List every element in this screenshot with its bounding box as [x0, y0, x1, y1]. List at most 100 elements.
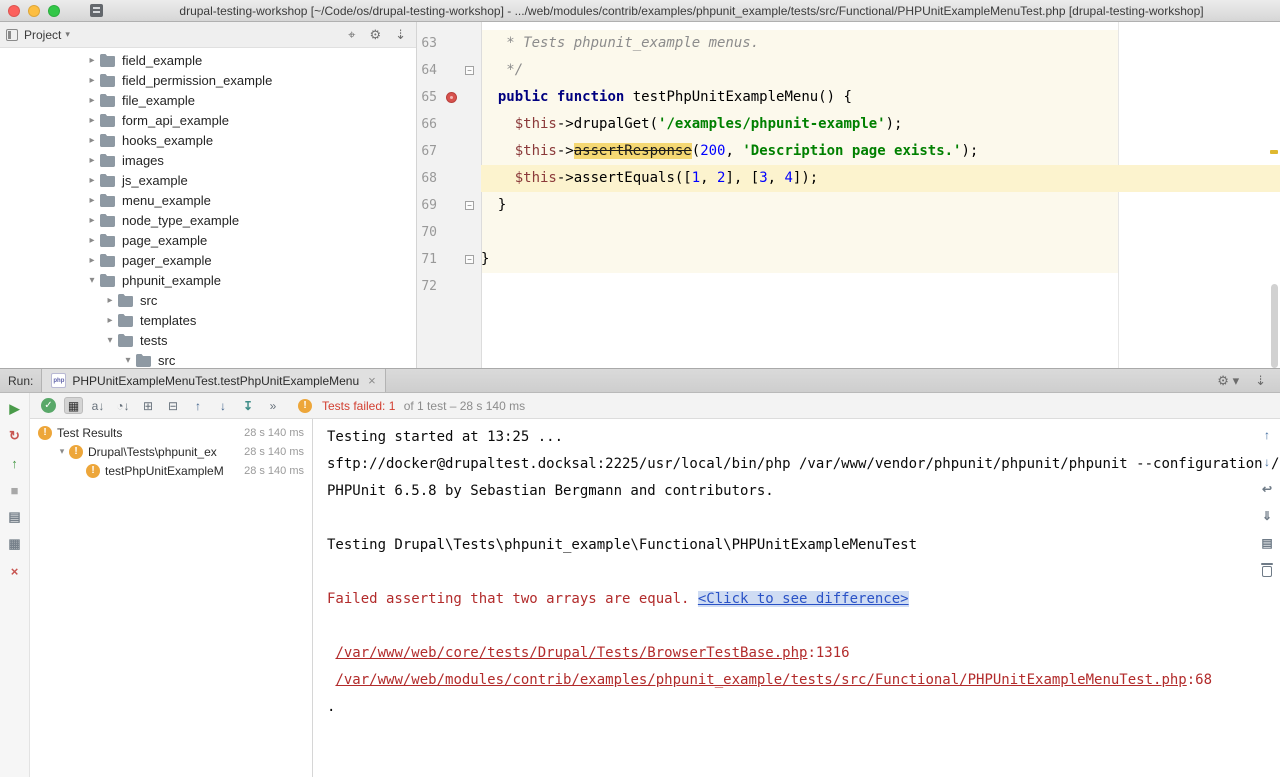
- editor-line[interactable]: 71−}: [417, 246, 1280, 273]
- project-tree-item[interactable]: ▸page_example: [0, 230, 416, 250]
- gutter-cell[interactable]: 67: [417, 138, 481, 165]
- editor-line[interactable]: 70: [417, 219, 1280, 246]
- close-icon[interactable]: ×: [7, 563, 23, 579]
- print-icon[interactable]: ▤: [1259, 535, 1275, 551]
- project-tree-item[interactable]: ▸pager_example: [0, 250, 416, 270]
- locate-file-icon[interactable]: ⌖: [348, 27, 355, 43]
- console-link[interactable]: <Click to see difference>: [698, 591, 909, 607]
- failed-test-gutter-icon[interactable]: [446, 92, 457, 103]
- down-stack-trace-icon[interactable]: ↓: [1259, 454, 1275, 470]
- warning-stripe-mark[interactable]: [1270, 150, 1278, 154]
- chevron-right-icon[interactable]: ▸: [102, 315, 118, 326]
- chevron-down-icon[interactable]: ▾: [120, 355, 136, 366]
- gutter-cell[interactable]: 66: [417, 111, 481, 138]
- previous-failed-test-icon[interactable]: ↑: [188, 397, 208, 415]
- gutter-cell[interactable]: 72: [417, 273, 481, 300]
- project-tree-item[interactable]: ▸node_type_example: [0, 210, 416, 230]
- project-tree-item[interactable]: ▸js_example: [0, 170, 416, 190]
- soft-wrap-icon[interactable]: ↩: [1259, 481, 1275, 497]
- editor-line[interactable]: 64− */: [417, 57, 1280, 84]
- pin-tab-icon[interactable]: ▦: [7, 536, 23, 552]
- toggle-auto-test-icon[interactable]: ↑: [7, 455, 23, 471]
- fold-icon[interactable]: −: [465, 255, 474, 264]
- chevron-right-icon[interactable]: ▸: [84, 155, 100, 166]
- chevron-right-icon[interactable]: ▸: [84, 115, 100, 126]
- gear-icon[interactable]: ⚙: [369, 27, 381, 43]
- console-link[interactable]: /var/www/web/core/tests/Drupal/Tests/Bro…: [335, 645, 807, 661]
- chevron-right-icon[interactable]: ▸: [84, 175, 100, 186]
- console-link[interactable]: /var/www/web/modules/contrib/examples/ph…: [335, 672, 1186, 688]
- collapse-all-icon[interactable]: ⊟: [163, 397, 183, 415]
- hide-passed-icon[interactable]: ✓: [41, 398, 56, 413]
- gutter-cell[interactable]: 71−: [417, 246, 481, 273]
- restore-layout-icon[interactable]: ▤: [7, 509, 23, 525]
- chevron-right-icon[interactable]: ▸: [84, 55, 100, 66]
- import-test-results-icon[interactable]: ↧: [238, 397, 258, 415]
- scroll-to-end-icon[interactable]: ⇓: [1259, 508, 1275, 524]
- editor-line[interactable]: 68 $this->assertEquals([1, 2], [3, 4]);: [417, 165, 1280, 192]
- stop-icon[interactable]: ■: [7, 482, 23, 498]
- chevron-down-icon[interactable]: ▾: [55, 446, 69, 457]
- project-tree-item[interactable]: ▸form_api_example: [0, 110, 416, 130]
- editor-line[interactable]: 63 * Tests phpunit_example menus.: [417, 30, 1280, 57]
- project-tree-item[interactable]: ▸file_example: [0, 90, 416, 110]
- project-tree-item[interactable]: ▾src: [0, 350, 416, 368]
- project-tree-item[interactable]: ▸src: [0, 290, 416, 310]
- show-console-icon[interactable]: ▦: [64, 397, 83, 414]
- project-tree-item[interactable]: ▾tests: [0, 330, 416, 350]
- next-failed-test-icon[interactable]: ↓: [213, 397, 233, 415]
- gutter-cell[interactable]: 64−: [417, 57, 481, 84]
- gutter-cell[interactable]: 69−: [417, 192, 481, 219]
- close-window-button[interactable]: [8, 5, 20, 17]
- editor-line[interactable]: 72: [417, 273, 1280, 300]
- sort-by-duration-icon[interactable]: ◔↓: [113, 397, 133, 415]
- chevron-right-icon[interactable]: ▸: [84, 255, 100, 266]
- chevron-right-icon[interactable]: ▸: [84, 195, 100, 206]
- test-tree-row[interactable]: !testPhpUnitExampleM28 s 140 ms: [30, 461, 312, 480]
- project-tree-item[interactable]: ▸hooks_example: [0, 130, 416, 150]
- project-tree-item[interactable]: ▸menu_example: [0, 190, 416, 210]
- chevron-right-icon[interactable]: ▸: [84, 215, 100, 226]
- project-view-selector[interactable]: Project ▾: [24, 28, 70, 42]
- chevron-down-icon[interactable]: ▾: [84, 275, 100, 286]
- fold-icon[interactable]: −: [465, 201, 474, 210]
- chevron-right-icon[interactable]: ▸: [84, 235, 100, 246]
- gutter-cell[interactable]: 68: [417, 165, 481, 192]
- gutter-cell[interactable]: 70: [417, 219, 481, 246]
- project-tree-item[interactable]: ▸templates: [0, 310, 416, 330]
- editor-line[interactable]: 65 public function testPhpUnitExampleMen…: [417, 84, 1280, 111]
- minimize-window-button[interactable]: [28, 5, 40, 17]
- chevron-right-icon[interactable]: ▸: [84, 95, 100, 106]
- project-tree-item[interactable]: ▸field_permission_example: [0, 70, 416, 90]
- hide-panel-icon[interactable]: ⇣: [1255, 373, 1266, 389]
- project-tree-item[interactable]: ▸field_example: [0, 50, 416, 70]
- chevron-down-icon[interactable]: ▾: [102, 335, 118, 346]
- run-tab[interactable]: php PHPUnitExampleMenuTest.testPhpUnitEx…: [41, 369, 385, 392]
- editor-line[interactable]: 67 $this->assertResponse(200, 'Descripti…: [417, 138, 1280, 165]
- gear-icon[interactable]: ⚙ ▾: [1217, 373, 1239, 389]
- gutter-cell[interactable]: 63: [417, 30, 481, 57]
- expand-all-icon[interactable]: ⊞: [138, 397, 158, 415]
- editor-line[interactable]: 69− }: [417, 192, 1280, 219]
- titlebar[interactable]: drupal-testing-workshop [~/Code/os/drupa…: [0, 0, 1280, 22]
- overflow-icon[interactable]: »: [263, 397, 283, 415]
- console-output[interactable]: Testing started at 13:25 ...sftp://docke…: [313, 419, 1280, 777]
- fold-icon[interactable]: −: [465, 66, 474, 75]
- sort-alphabetically-icon[interactable]: a↓: [88, 397, 108, 415]
- project-tree-item[interactable]: ▸images: [0, 150, 416, 170]
- clear-all-icon[interactable]: [1259, 562, 1275, 578]
- chevron-right-icon[interactable]: ▸: [84, 135, 100, 146]
- gutter-cell[interactable]: 65: [417, 84, 481, 111]
- up-stack-trace-icon[interactable]: ↑: [1259, 427, 1275, 443]
- chevron-right-icon[interactable]: ▸: [84, 75, 100, 86]
- test-tree-row[interactable]: ▾!Drupal\Tests\phpunit_ex28 s 140 ms: [30, 442, 312, 461]
- rerun-icon[interactable]: ▶: [7, 401, 23, 417]
- editor-scrollbar[interactable]: [1271, 284, 1278, 368]
- zoom-window-button[interactable]: [48, 5, 60, 17]
- editor-line[interactable]: 66 $this->drupalGet('/examples/phpunit-e…: [417, 111, 1280, 138]
- chevron-right-icon[interactable]: ▸: [102, 295, 118, 306]
- test-tree-row[interactable]: !Test Results28 s 140 ms: [30, 423, 312, 442]
- rerun-failed-tests-icon[interactable]: ↻: [7, 428, 23, 444]
- project-tree-item[interactable]: ▾phpunit_example: [0, 270, 416, 290]
- close-tab-icon[interactable]: ×: [368, 373, 376, 388]
